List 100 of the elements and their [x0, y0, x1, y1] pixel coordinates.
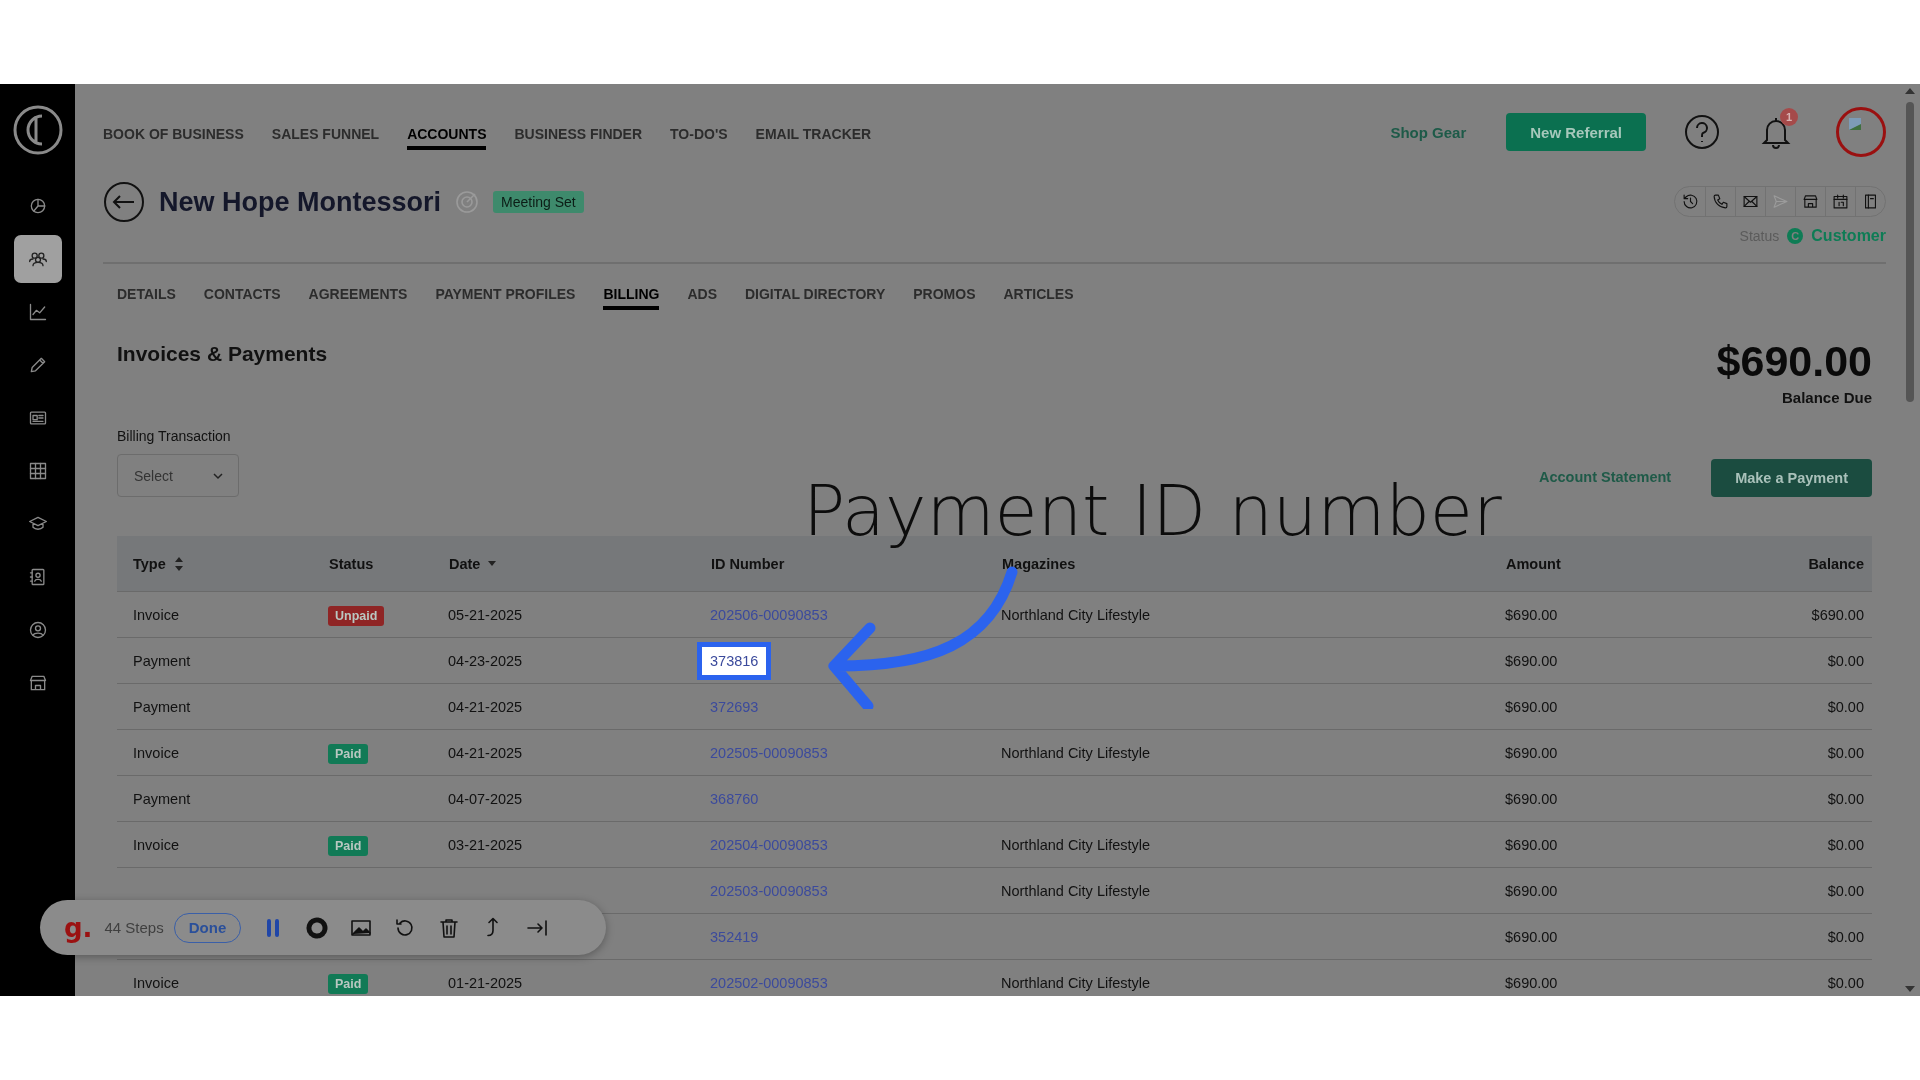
status-badge: Meeting Set — [493, 191, 584, 213]
table-cell: $0.00 — [1827, 652, 1864, 669]
table-cell: 04-21-2025 — [448, 698, 523, 715]
calendar-icon — [1832, 193, 1849, 210]
column-header[interactable]: Type — [133, 555, 184, 572]
table-cell: 01-21-2025 — [448, 974, 523, 991]
table-cell: $0.00 — [1827, 744, 1864, 761]
table-cell: $0.00 — [1827, 928, 1864, 945]
make-payment-button[interactable]: Make a Payment — [1711, 459, 1872, 497]
section-heading: Invoices & Payments — [117, 342, 328, 367]
table-cell: Invoice — [133, 974, 179, 991]
table-cell: $690.00 — [1505, 698, 1558, 715]
table-cell: Invoice — [133, 744, 179, 761]
tab[interactable]: DIGITAL DIRECTORY — [745, 282, 886, 310]
tab[interactable]: BILLING — [603, 282, 660, 310]
table-cell: $0.00 — [1827, 698, 1864, 715]
id-link[interactable]: 352419 — [710, 928, 759, 945]
table-cell: 05-21-2025 — [448, 606, 523, 623]
table-cell: $0.00 — [1827, 790, 1864, 807]
table-cell: $690.00 — [1505, 974, 1558, 991]
tab[interactable]: ADS — [687, 282, 717, 310]
tab[interactable]: ARTICLES — [1003, 282, 1074, 310]
table-cell: $690.00 — [1505, 882, 1558, 899]
avatar-icon[interactable] — [1836, 107, 1886, 157]
column-header[interactable]: Amount — [1506, 555, 1561, 572]
id-link[interactable]: 372693 — [710, 698, 759, 715]
nav-tab[interactable]: EMAIL TRACKER — [755, 122, 872, 150]
step-count: 44 Steps — [104, 919, 164, 936]
phone-icon — [1712, 193, 1729, 210]
table-cell: $690.00 — [1505, 652, 1558, 669]
field-label: Billing Transaction — [117, 428, 232, 444]
table-cell: $0.00 — [1827, 882, 1864, 899]
table-cell: Payment — [133, 698, 191, 715]
grid-icon — [27, 461, 48, 481]
id-link[interactable]: 202505-00090853 — [710, 744, 828, 761]
column-header[interactable]: Magazines — [1002, 555, 1076, 572]
mail-icon — [1742, 193, 1759, 210]
new-referral-button[interactable]: New Referral — [1506, 113, 1646, 151]
table-cell: Northland City Lifestyle — [1001, 606, 1151, 623]
table-cell: 04-21-2025 — [448, 744, 523, 761]
store-icon — [1802, 193, 1819, 210]
tab[interactable]: DETAILS — [117, 282, 176, 310]
id-link[interactable]: 202506-00090853 — [710, 606, 828, 623]
table-cell: Northland City Lifestyle — [1001, 974, 1151, 991]
table-cell: $690.00 — [1505, 836, 1558, 853]
tab[interactable]: CONTACTS — [203, 282, 281, 310]
status-pill: Paid — [328, 835, 369, 856]
recorder-logo: g. — [64, 912, 93, 943]
back-icon[interactable] — [103, 181, 145, 223]
tab[interactable]: AGREEMENTS — [308, 282, 408, 310]
status-icon: C — [1787, 228, 1804, 244]
notebook-icon — [1862, 193, 1879, 210]
status-value: Customer — [1811, 227, 1886, 245]
id-link[interactable]: 368760 — [710, 790, 759, 807]
table-cell: Northland City Lifestyle — [1001, 836, 1151, 853]
id-link[interactable]: 202502-00090853 — [710, 974, 828, 991]
column-header[interactable]: ID Number — [711, 555, 785, 572]
column-header[interactable]: Date — [449, 555, 497, 572]
table-cell: Northland City Lifestyle — [1001, 744, 1151, 761]
tab[interactable]: PROMOS — [913, 282, 976, 310]
sort-icon — [488, 561, 497, 566]
user-circle-icon — [27, 620, 48, 640]
account-title: New Hope Montessori — [159, 186, 442, 218]
arrow-up-icon — [487, 915, 500, 938]
table-cell: $690.00 — [1505, 928, 1558, 945]
tab[interactable]: PAYMENT PROFILES — [435, 282, 576, 310]
sidebar-item[interactable] — [13, 235, 62, 283]
balance-label: Balance Due — [1780, 389, 1872, 406]
table-cell: Payment — [133, 652, 191, 669]
status-pill: Paid — [328, 973, 369, 994]
table-cell: Invoice — [133, 606, 179, 623]
annotation-text: Payment ID number — [803, 476, 1502, 546]
table-cell: 04-07-2025 — [448, 790, 523, 807]
notification-badge: 1 — [1780, 108, 1798, 126]
status-pill: Paid — [328, 743, 369, 764]
nav-tab[interactable]: SALES FUNNEL — [271, 122, 380, 150]
column-header[interactable]: Balance — [1808, 555, 1864, 572]
id-link[interactable]: 202503-00090853 — [710, 882, 828, 899]
transaction-select[interactable]: Select — [117, 454, 239, 497]
table-cell: Northland City Lifestyle — [1001, 882, 1151, 899]
table-cell: $690.00 — [1505, 744, 1558, 761]
logo-icon[interactable] — [11, 104, 64, 156]
table-cell: 04-23-2025 — [448, 652, 523, 669]
status-pill: Unpaid — [328, 605, 385, 626]
nav-tab[interactable]: ACCOUNTS — [407, 122, 487, 150]
table-cell: $690.00 — [1505, 606, 1558, 623]
sort-icon — [173, 555, 184, 572]
line-chart-icon — [27, 302, 48, 322]
balance-amount: $690.00 — [1716, 340, 1872, 383]
nav-tab[interactable]: BUSINESS FINDER — [514, 122, 643, 150]
nav-tab[interactable]: TO-DO'S — [670, 122, 728, 150]
shop-link[interactable]: Shop Gear — [1390, 123, 1467, 141]
column-header[interactable]: Status — [329, 555, 374, 572]
id-link[interactable]: 202504-00090853 — [710, 836, 828, 853]
table-cell: 03-21-2025 — [448, 836, 523, 853]
history-icon — [1681, 193, 1699, 210]
contact-book-icon — [27, 567, 48, 587]
help-icon[interactable] — [1684, 114, 1720, 150]
nav-tab[interactable]: BOOK OF BUSINESS — [103, 122, 244, 150]
statement-link[interactable]: Account Statement — [1539, 469, 1672, 485]
